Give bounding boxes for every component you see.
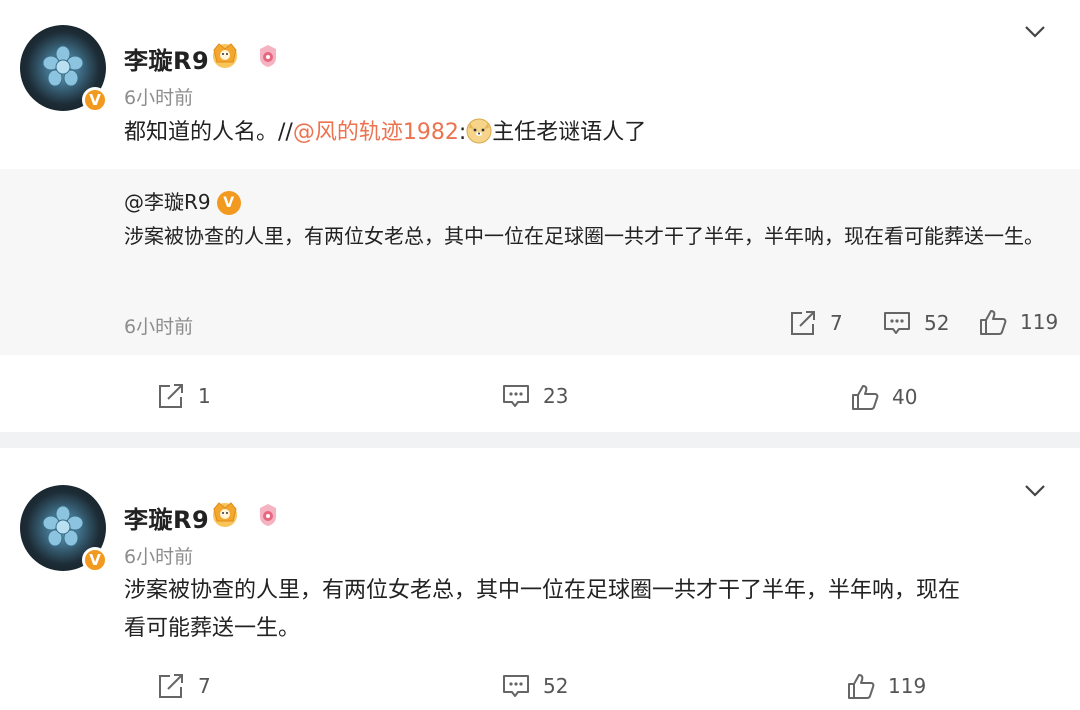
doge-emoji-icon xyxy=(466,118,492,144)
like-count: 119 xyxy=(888,674,927,698)
avatar-flower-icon xyxy=(42,505,84,549)
level-badge-icon[interactable] xyxy=(257,503,279,527)
repost-count: 7 xyxy=(198,674,211,698)
verified-badge: V xyxy=(82,547,108,573)
comment-button[interactable]: 23 xyxy=(501,382,568,410)
comment-icon xyxy=(501,672,531,700)
like-count: 40 xyxy=(892,385,918,409)
like-button[interactable]: 40 xyxy=(850,383,917,411)
comment-icon xyxy=(501,382,531,410)
quote-comment-count: 52 xyxy=(924,311,950,335)
username[interactable]: 李璇R9 xyxy=(124,500,209,535)
content-suffix: 主任老谜语人了 xyxy=(492,120,647,145)
like-button[interactable]: 119 xyxy=(846,672,926,700)
comment-count: 23 xyxy=(543,384,569,408)
post-content: 都知道的人名。//@风的轨迹1982: 主任老谜语人了 xyxy=(124,114,646,152)
thumbs-up-icon xyxy=(850,383,880,411)
post-time: 6小时前 xyxy=(124,87,194,109)
repost-button[interactable]: 1 xyxy=(156,382,211,410)
verified-badge: V xyxy=(82,87,108,113)
quote-repost-button[interactable]: 7 xyxy=(788,309,843,337)
content-line-2: 看可能葬送一生。 xyxy=(124,616,301,641)
quote-verified-badge: V xyxy=(216,191,241,215)
comment-button[interactable]: 52 xyxy=(501,672,568,700)
comment-count: 52 xyxy=(543,674,569,698)
thumbs-up-icon xyxy=(978,308,1008,336)
repost-count: 1 xyxy=(198,384,211,408)
quoted-post[interactable]: @李璇R9 V 涉案被协查的人里，有两位女老总，其中一位在足球圈一共才干了半年，半… xyxy=(0,169,1080,355)
repost-icon xyxy=(156,672,186,700)
crown-badge-icon[interactable] xyxy=(208,40,242,70)
content-colon: : xyxy=(458,120,467,145)
quote-comment-button[interactable]: 52 xyxy=(882,309,949,337)
quote-like-count: 119 xyxy=(1020,310,1059,334)
avatar[interactable]: V xyxy=(20,25,108,113)
quote-repost-count: 7 xyxy=(830,311,843,335)
content-prefix: 都知道的人名。// xyxy=(124,120,293,145)
weibo-post-2: V 李璇R9 6小时前 涉案被协查的人里，有两位女老总，其中一位在足球圈一共才干… xyxy=(0,448,1080,710)
chevron-down-icon[interactable] xyxy=(1024,484,1046,498)
quote-text: 涉案被协查的人里，有两位女老总，其中一位在足球圈一共才干了半年，半年呐，现在看可… xyxy=(124,224,1044,248)
thumbs-up-icon xyxy=(846,672,876,700)
post-content: 涉案被协查的人里，有两位女老总，其中一位在足球圈一共才干了半年，半年呐，现在 看… xyxy=(124,572,1054,648)
repost-button[interactable]: 7 xyxy=(156,672,211,700)
avatar[interactable]: V xyxy=(20,485,108,573)
level-badge-icon[interactable] xyxy=(257,44,279,68)
repost-icon xyxy=(156,382,186,410)
repost-icon xyxy=(788,309,818,337)
quote-time: 6小时前 xyxy=(124,316,194,338)
post-separator xyxy=(0,432,1080,448)
avatar-flower-icon xyxy=(42,45,84,89)
content-line-1: 涉案被协查的人里，有两位女老总，其中一位在足球圈一共才干了半年，半年呐，现在 xyxy=(124,578,961,603)
quote-like-button[interactable]: 119 xyxy=(978,308,1058,336)
comment-icon xyxy=(882,309,912,337)
mention-link[interactable]: @风的轨迹1982 xyxy=(293,120,459,145)
crown-badge-icon[interactable] xyxy=(208,499,242,529)
username[interactable]: 李璇R9 xyxy=(124,41,209,76)
quote-author[interactable]: @李璇R9 xyxy=(124,190,211,214)
chevron-down-icon[interactable] xyxy=(1024,25,1046,39)
weibo-post-1: V 李璇R9 6小时前 都知道的人名。//@风的轨迹1982: 主任老谜语人了 @… xyxy=(0,0,1080,432)
post-time: 6小时前 xyxy=(124,546,194,568)
quote-author-row: @李璇R9 V xyxy=(124,186,241,215)
